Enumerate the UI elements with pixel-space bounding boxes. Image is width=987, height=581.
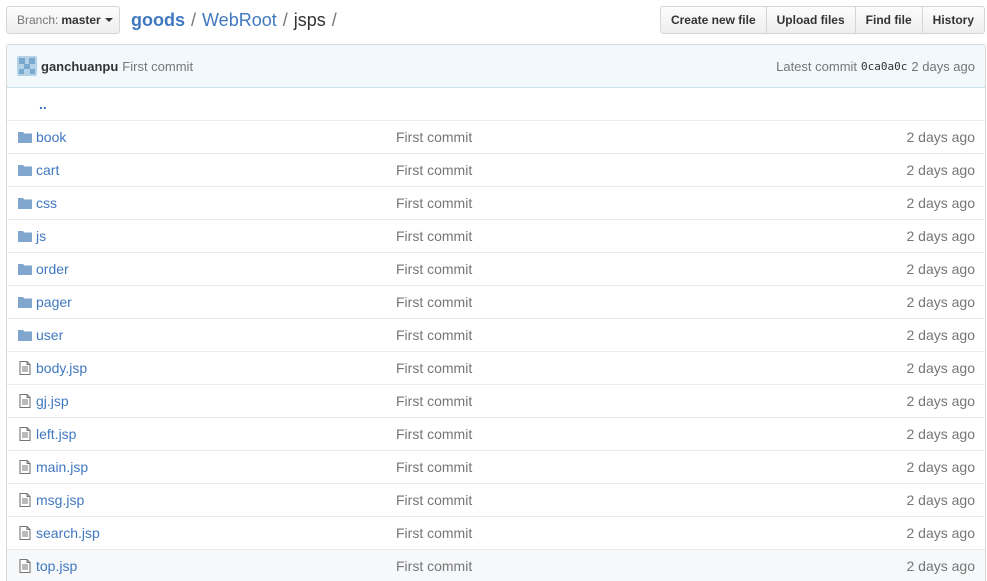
parent-dir-row: .. — [7, 88, 985, 120]
commit-age: 2 days ago — [906, 162, 976, 178]
file-row: left.jsp First commit 2 days ago — [7, 417, 985, 450]
commit-message-link[interactable]: First commit — [396, 492, 472, 508]
commit-message-link[interactable]: First commit — [396, 294, 472, 310]
caret-down-icon — [104, 18, 113, 22]
commit-age: 2 days ago — [906, 261, 976, 277]
branch-select-button[interactable]: Branch: master — [6, 6, 120, 34]
file-icon — [17, 393, 33, 409]
file-name-link[interactable]: gj.jsp — [36, 393, 69, 409]
folder-icon — [17, 294, 33, 310]
file-row: pager First commit 2 days ago — [7, 285, 985, 318]
file-name-link[interactable]: cart — [36, 162, 59, 178]
folder-icon — [17, 162, 33, 178]
file-navigation: Branch: master goods / WebRoot / jsps / … — [0, 0, 987, 44]
branch-name: master — [61, 13, 101, 27]
folder-icon — [17, 228, 33, 244]
commit-age: 2 days ago — [906, 525, 976, 541]
file-row: css First commit 2 days ago — [7, 186, 985, 219]
file-name-link[interactable]: msg.jsp — [36, 492, 84, 508]
folder-icon — [17, 129, 33, 145]
latest-commit-label: Latest commit — [776, 58, 858, 74]
commit-message-link[interactable]: First commit — [396, 195, 472, 211]
file-list: book First commit 2 days ago cart First … — [7, 120, 985, 581]
file-row: search.jsp First commit 2 days ago — [7, 516, 985, 549]
find-file-button[interactable]: Find file — [854, 6, 923, 34]
file-name-link[interactable]: css — [36, 195, 57, 211]
commit-message-link[interactable]: First commit — [396, 426, 472, 442]
file-name-link[interactable]: book — [36, 129, 66, 145]
history-button[interactable]: History — [921, 6, 985, 34]
commit-message-link[interactable]: First commit — [396, 162, 472, 178]
commit-author-link[interactable]: ganchuanpu — [41, 59, 118, 74]
file-name-link[interactable]: user — [36, 327, 63, 343]
breadcrumb-separator: / — [331, 10, 337, 30]
file-actions: Create new file Upload files Find file H… — [659, 6, 985, 34]
breadcrumb: goods / WebRoot / jsps / — [131, 9, 343, 31]
file-icon — [17, 558, 33, 574]
file-row: cart First commit 2 days ago — [7, 153, 985, 186]
commit-age: 2 days ago — [906, 360, 976, 376]
commit-message-link[interactable]: First commit — [396, 327, 472, 343]
commit-message-link[interactable]: First commit — [396, 360, 472, 376]
file-row: gj.jsp First commit 2 days ago — [7, 384, 985, 417]
file-row: body.jsp First commit 2 days ago — [7, 351, 985, 384]
file-name-link[interactable]: order — [36, 261, 69, 277]
file-name-link[interactable]: body.jsp — [36, 360, 87, 376]
breadcrumb-separator: / — [191, 10, 197, 30]
breadcrumb-separator: / — [282, 10, 288, 30]
commit-age: 2 days ago — [911, 58, 975, 74]
file-icon — [17, 426, 33, 442]
commit-age: 2 days ago — [906, 294, 976, 310]
file-icon — [17, 525, 33, 541]
commit-sha-link[interactable]: 0ca0a0c — [861, 60, 907, 73]
branch-label: Branch: — [17, 13, 59, 27]
commit-message-link[interactable]: First commit — [396, 558, 472, 574]
folder-icon — [17, 261, 33, 277]
file-name-link[interactable]: js — [36, 228, 46, 244]
avatar[interactable] — [17, 56, 37, 76]
file-name-link[interactable]: top.jsp — [36, 558, 77, 574]
commit-age: 2 days ago — [906, 129, 976, 145]
commit-age: 2 days ago — [906, 195, 976, 211]
commit-message-link[interactable]: First commit — [122, 59, 193, 74]
latest-commit: Latest commit 0ca0a0c 2 days ago — [776, 59, 975, 74]
upload-files-button[interactable]: Upload files — [765, 6, 856, 34]
file-name-link[interactable]: main.jsp — [36, 459, 88, 475]
commit-message-link[interactable]: First commit — [396, 129, 472, 145]
create-new-file-button[interactable]: Create new file — [659, 6, 767, 34]
commit-age: 2 days ago — [906, 426, 976, 442]
file-name-link[interactable]: search.jsp — [36, 525, 100, 541]
commit-message-link[interactable]: First commit — [396, 228, 472, 244]
file-icon — [17, 492, 33, 508]
file-icon — [17, 360, 33, 376]
breadcrumb-repo-link[interactable]: goods — [131, 9, 185, 31]
commit-age: 2 days ago — [906, 327, 976, 343]
file-row: top.jsp First commit 2 days ago — [7, 549, 985, 581]
file-name-link[interactable]: pager — [36, 294, 72, 310]
file-row: msg.jsp First commit 2 days ago — [7, 483, 985, 516]
file-row: js First commit 2 days ago — [7, 219, 985, 252]
commit-message-link[interactable]: First commit — [396, 525, 472, 541]
file-row: main.jsp First commit 2 days ago — [7, 450, 985, 483]
file-row: book First commit 2 days ago — [7, 120, 985, 153]
folder-icon — [17, 195, 33, 211]
folder-icon — [17, 327, 33, 343]
breadcrumb-current: jsps — [293, 10, 326, 30]
parent-dir-link[interactable]: .. — [39, 96, 47, 112]
commit-age: 2 days ago — [906, 393, 976, 409]
commit-age: 2 days ago — [906, 492, 976, 508]
file-row: order First commit 2 days ago — [7, 252, 985, 285]
commit-tease: ganchuanpu First commit Latest commit 0c… — [7, 45, 985, 88]
commit-age: 2 days ago — [906, 459, 976, 475]
file-icon — [17, 459, 33, 475]
file-table: ganchuanpu First commit Latest commit 0c… — [6, 44, 986, 581]
commit-message-link[interactable]: First commit — [396, 459, 472, 475]
file-name-link[interactable]: left.jsp — [36, 426, 76, 442]
breadcrumb-dir-link[interactable]: WebRoot — [202, 9, 277, 31]
commit-message-link[interactable]: First commit — [396, 393, 472, 409]
commit-age: 2 days ago — [906, 558, 976, 574]
file-row: user First commit 2 days ago — [7, 318, 985, 351]
commit-age: 2 days ago — [906, 228, 976, 244]
commit-message-link[interactable]: First commit — [396, 261, 472, 277]
